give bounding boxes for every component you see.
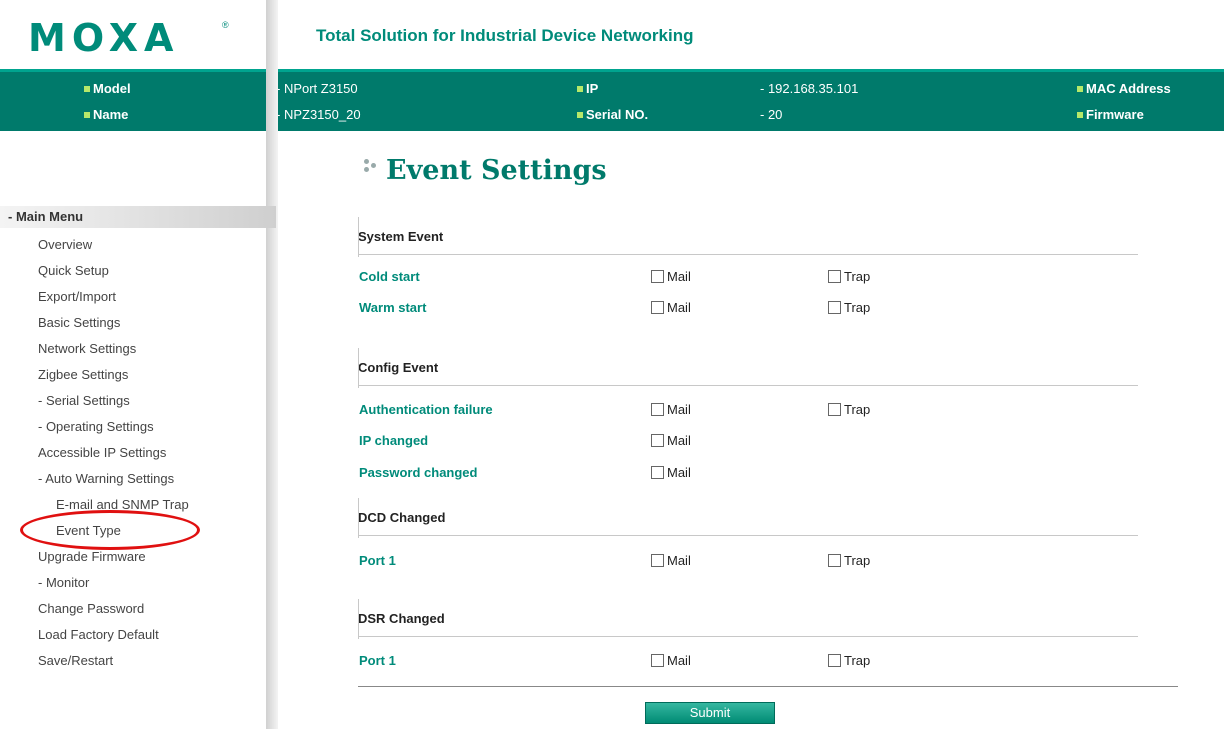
section-heading-system-event: System Event	[358, 217, 1138, 257]
main-menu-header[interactable]: - Main Menu	[0, 206, 276, 228]
sidebar-item-change-password[interactable]: Change Password	[38, 601, 144, 616]
checkbox-box[interactable]	[651, 554, 664, 567]
bullet-icon	[84, 111, 90, 118]
sidebar-item-auto-warning-settings[interactable]: - Auto Warning Settings	[38, 471, 174, 486]
dsr-port-1-trap-checkbox[interactable]: Trap	[828, 653, 870, 668]
name-label: Name	[84, 107, 128, 122]
checkbox-box[interactable]	[651, 270, 664, 283]
title-dots-icon	[362, 157, 382, 177]
checkbox-box[interactable]	[651, 654, 664, 667]
sidebar-item-overview[interactable]: Overview	[38, 237, 92, 252]
warm-start-mail-checkbox[interactable]: Mail	[651, 300, 691, 315]
row-label-ip-changed: IP changed	[359, 433, 429, 448]
ip-value: - 192.168.35.101	[760, 81, 859, 96]
checkbox-box[interactable]	[651, 403, 664, 416]
sidebar-item-quick-setup[interactable]: Quick Setup	[38, 263, 109, 278]
sidebar-item-export-import[interactable]: Export/Import	[38, 289, 116, 304]
sidebar-item-zigbee-settings[interactable]: Zigbee Settings	[38, 367, 128, 382]
sidebar-item-save-restart[interactable]: Save/Restart	[38, 653, 113, 668]
moxa-logo: MOXA	[28, 16, 180, 60]
cold-start-mail-checkbox[interactable]: Mail	[651, 269, 691, 284]
row-label-password-changed: Password changed	[359, 465, 478, 480]
warm-start-trap-checkbox[interactable]: Trap	[828, 300, 870, 315]
ip-changed-mail-checkbox[interactable]: Mail	[651, 433, 691, 448]
sidebar-item-serial-settings[interactable]: - Serial Settings	[38, 393, 130, 408]
model-value: - NPort Z3150	[276, 81, 358, 96]
sidebar-item-basic-settings[interactable]: Basic Settings	[38, 315, 120, 330]
section-heading-config-event: Config Event	[358, 348, 1138, 388]
annotation-circle	[20, 510, 200, 550]
dsr-port-1-mail-checkbox[interactable]: Mail	[651, 653, 691, 668]
row-label-authentication-failure: Authentication failure	[359, 402, 493, 417]
bullet-icon	[1077, 111, 1083, 118]
checkbox-box[interactable]	[828, 554, 841, 567]
checkbox-box[interactable]	[651, 434, 664, 447]
page-title: Event Settings	[362, 155, 607, 186]
sidebar-item-network-settings[interactable]: Network Settings	[38, 341, 136, 356]
password-changed-mail-checkbox[interactable]: Mail	[651, 465, 691, 480]
row-label-dcd-port-1: Port 1	[359, 553, 396, 568]
checkbox-box[interactable]	[828, 403, 841, 416]
device-info-bar: Model - NPort Z3150 IP - 192.168.35.101 …	[0, 69, 1224, 131]
checkbox-box[interactable]	[828, 270, 841, 283]
section-heading-dcd-changed: DCD Changed	[358, 498, 1138, 538]
model-label: Model	[84, 81, 131, 96]
checkbox-box[interactable]	[828, 301, 841, 314]
sidebar-item-monitor[interactable]: - Monitor	[38, 575, 89, 590]
checkbox-box[interactable]	[828, 654, 841, 667]
registered-mark: ®	[222, 20, 229, 30]
serial-no-label: Serial NO.	[577, 107, 648, 122]
bullet-icon	[84, 85, 90, 92]
submit-button[interactable]: Submit	[645, 702, 775, 724]
sidebar-divider	[266, 0, 278, 729]
name-value: - NPZ3150_20	[276, 107, 361, 122]
bullet-icon	[577, 111, 583, 118]
checkbox-box[interactable]	[651, 301, 664, 314]
sidebar-item-accessible-ip-settings[interactable]: Accessible IP Settings	[38, 445, 166, 460]
bullet-icon	[577, 85, 583, 92]
checkbox-box[interactable]	[651, 466, 664, 479]
firmware-label: Firmware	[1077, 107, 1144, 122]
section-heading-dsr-changed: DSR Changed	[358, 599, 1138, 639]
sidebar-item-upgrade-firmware[interactable]: Upgrade Firmware	[38, 549, 146, 564]
ip-label: IP	[577, 81, 598, 96]
dcd-port-1-mail-checkbox[interactable]: Mail	[651, 553, 691, 568]
cold-start-trap-checkbox[interactable]: Trap	[828, 269, 870, 284]
dcd-port-1-trap-checkbox[interactable]: Trap	[828, 553, 870, 568]
tagline: Total Solution for Industrial Device Net…	[316, 26, 694, 45]
auth-failure-trap-checkbox[interactable]: Trap	[828, 402, 870, 417]
sidebar-item-operating-settings[interactable]: - Operating Settings	[38, 419, 154, 434]
sidebar-item-load-factory-default[interactable]: Load Factory Default	[38, 627, 159, 642]
form-divider	[358, 686, 1178, 687]
row-label-cold-start: Cold start	[359, 269, 420, 284]
auth-failure-mail-checkbox[interactable]: Mail	[651, 402, 691, 417]
bullet-icon	[1077, 85, 1083, 92]
row-label-warm-start: Warm start	[359, 300, 427, 315]
row-label-dsr-port-1: Port 1	[359, 653, 396, 668]
sidebar: - Main Menu Overview Quick Setup Export/…	[0, 131, 276, 729]
logo-area: MOXA ®	[0, 0, 265, 70]
serial-no-value: - 20	[760, 107, 783, 122]
mac-address-label: MAC Address	[1077, 81, 1171, 96]
